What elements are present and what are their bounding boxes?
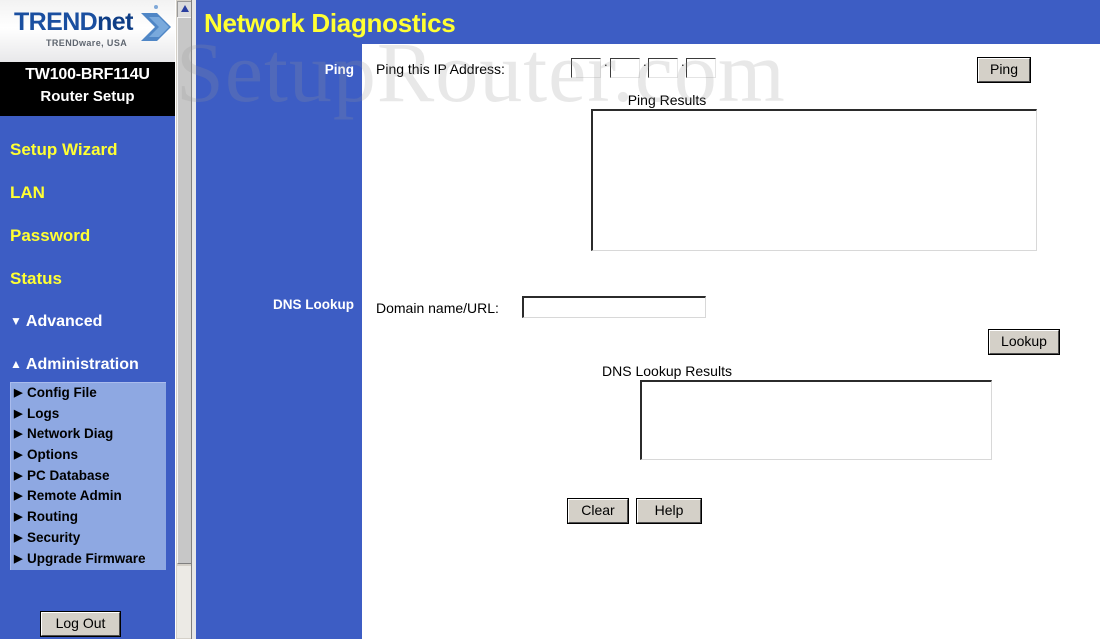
- chevron-right-icon: ▶: [14, 552, 23, 565]
- sidebar-item-label: LAN: [10, 183, 45, 202]
- ping-button[interactable]: Ping: [977, 57, 1031, 83]
- main-panel: Network Diagnostics Ping DNS Lookup Ping…: [196, 0, 1100, 639]
- logo-wordmark: TRENDnet: [14, 8, 133, 37]
- sidebar-item-network-diag[interactable]: ▶ Network Diag: [11, 424, 166, 445]
- page-title: Network Diagnostics: [204, 8, 456, 38]
- chevron-right-icon: ▶: [14, 469, 23, 482]
- ping-octet-2-input[interactable]: [610, 58, 640, 78]
- brand-logo-area: TRENDnet TRENDware, USA: [0, 0, 175, 62]
- chevron-right-icon: ▶: [14, 387, 23, 399]
- logout-button[interactable]: Log Out: [40, 611, 121, 637]
- dns-lookup-button[interactable]: Lookup: [988, 329, 1060, 355]
- ip-separator-3: .: [681, 54, 685, 69]
- sidebar-item-status[interactable]: Status: [10, 269, 62, 289]
- dns-results-box[interactable]: [640, 380, 992, 460]
- ip-separator-1: .: [604, 54, 608, 69]
- logo-net-text: net: [97, 8, 133, 36]
- page-root: TRENDnet TRENDware, USA TW100-BRF114U Ro…: [0, 0, 1100, 639]
- scrollbar-thumb[interactable]: [177, 17, 192, 564]
- sidebar-item-label: Logs: [27, 405, 60, 421]
- ping-results-box[interactable]: [591, 109, 1037, 251]
- model-subtitle: Router Setup: [40, 88, 135, 105]
- sidebar-item-label: Options: [27, 447, 78, 463]
- content-area: Ping this IP Address: . . . Ping Ping Re…: [362, 44, 1100, 639]
- sidebar-item-label: Setup Wizard: [10, 140, 118, 159]
- logo-trend-text: TREND: [14, 8, 98, 36]
- sidebar-section-administration[interactable]: ▲ Administration: [10, 356, 139, 374]
- ping-octet-1-input[interactable]: [571, 58, 601, 78]
- logo-subtitle: TRENDware, USA: [46, 38, 128, 48]
- sidebar: TRENDnet TRENDware, USA TW100-BRF114U Ro…: [0, 0, 175, 639]
- sidebar-item-remote-admin[interactable]: ▶ Remote Admin: [11, 486, 166, 507]
- ip-separator-2: .: [643, 54, 647, 69]
- chevron-right-icon: ▶: [14, 490, 23, 503]
- model-name: TW100-BRF114U: [25, 66, 150, 83]
- sidebar-item-password[interactable]: Password: [10, 226, 90, 246]
- sidebar-section-advanced[interactable]: ▼ Advanced: [10, 313, 102, 331]
- logo-arrow-icon: [141, 13, 171, 41]
- page-title-bar: Network Diagnostics: [196, 0, 1100, 44]
- sidebar-scrollbar[interactable]: [175, 0, 193, 639]
- sidebar-section-label: Advanced: [25, 313, 103, 330]
- dns-domain-label: Domain name/URL:: [376, 300, 499, 316]
- sidebar-item-options[interactable]: ▶ Options: [11, 445, 166, 466]
- chevron-right-icon: ▶: [14, 407, 23, 420]
- arrow-up-icon: [181, 5, 189, 12]
- sidebar-item-security[interactable]: ▶ Security: [11, 528, 166, 549]
- sidebar-item-label: Routing: [27, 509, 78, 525]
- sidebar-item-label: Status: [10, 269, 62, 288]
- scrollbar-track[interactable]: [177, 566, 191, 638]
- sidebar-item-config-file[interactable]: ▶ Config File: [11, 383, 166, 404]
- ping-ip-label: Ping this IP Address:: [376, 61, 505, 77]
- sidebar-section-label: Administration: [25, 356, 139, 373]
- help-button[interactable]: Help: [636, 498, 702, 524]
- clear-button[interactable]: Clear: [567, 498, 629, 524]
- sidebar-item-label: Password: [10, 226, 91, 245]
- dns-results-label: DNS Lookup Results: [602, 363, 732, 379]
- chevron-right-icon: ▶: [14, 449, 23, 462]
- chevron-down-icon: ▼: [10, 314, 22, 328]
- chevron-up-icon: ▲: [10, 357, 22, 371]
- dns-domain-input[interactable]: [522, 296, 706, 318]
- chevron-right-icon: ▶: [14, 531, 23, 544]
- sidebar-item-logs[interactable]: ▶ Logs: [11, 404, 166, 425]
- sidebar-item-label: Config File: [27, 385, 97, 400]
- sidebar-item-lan[interactable]: LAN: [10, 183, 45, 203]
- sidebar-item-label: PC Database: [27, 467, 110, 483]
- section-label-ping: Ping: [324, 62, 354, 77]
- sidebar-item-pc-database[interactable]: ▶ PC Database: [11, 466, 166, 487]
- ping-results-label: Ping Results: [627, 92, 707, 108]
- sidebar-item-label: Remote Admin: [27, 488, 122, 504]
- section-label-column: Ping DNS Lookup: [196, 44, 362, 639]
- ping-octet-4-input[interactable]: [686, 58, 716, 78]
- sidebar-item-label: Security: [27, 529, 81, 545]
- ping-octet-3-input[interactable]: [648, 58, 678, 78]
- sidebar-item-routing[interactable]: ▶ Routing: [11, 507, 166, 528]
- sidebar-item-label: Network Diag: [27, 426, 114, 442]
- sidebar-item-upgrade-firmware[interactable]: ▶ Upgrade Firmware: [11, 549, 166, 570]
- trendnet-logo: TRENDnet TRENDware, USA: [6, 5, 175, 61]
- section-label-dns-lookup: DNS Lookup: [273, 297, 354, 312]
- administration-submenu: ▶ Config File ▶ Logs ▶ Network Diag ▶ Option…: [10, 382, 166, 570]
- chevron-right-icon: ▶: [14, 511, 23, 524]
- chevron-right-icon: ▶: [14, 428, 23, 441]
- sidebar-item-setup-wizard[interactable]: Setup Wizard: [10, 140, 118, 160]
- model-banner: TW100-BRF114U Router Setup: [0, 62, 175, 116]
- sidebar-item-label: Upgrade Firmware: [27, 550, 146, 566]
